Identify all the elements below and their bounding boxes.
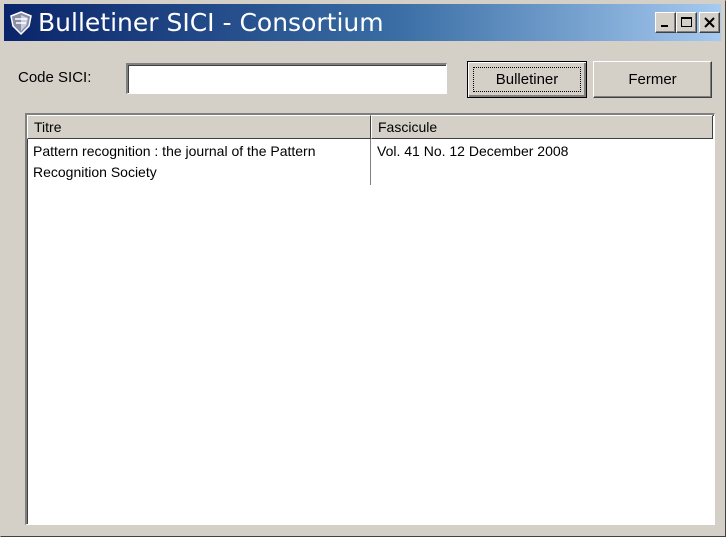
bulletiner-button-label: Bulletiner [473, 67, 581, 92]
cell-titre: Pattern recognition : the journal of the… [27, 139, 371, 185]
table-header: Titre Fascicule [27, 115, 713, 139]
maximize-icon [681, 17, 692, 27]
close-button[interactable] [699, 12, 720, 33]
dialog-body: Code SICI: Bulletiner Fermer Titre Fasci… [4, 43, 721, 533]
code-sici-label: Code SICI: [18, 69, 92, 86]
minimize-button[interactable] [655, 12, 676, 33]
bulletiner-button[interactable]: Bulletiner [467, 61, 587, 98]
cell-fascicule: Vol. 41 No. 12 December 2008 [377, 143, 569, 159]
results-table[interactable]: Titre Fascicule Pattern recognition : th… [25, 113, 715, 525]
window-title: Bulletiner SICI - Consortium [38, 8, 384, 37]
table-row[interactable]: Pattern recognition : the journal of the… [27, 139, 713, 185]
column-header-fascicule[interactable]: Fascicule [371, 115, 713, 139]
close-icon [704, 17, 715, 28]
maximize-button[interactable] [676, 12, 697, 33]
title-bar[interactable]: Bulletiner SICI - Consortium [4, 4, 721, 41]
app-window: Bulletiner SICI - Consortium Code SICI: … [0, 0, 726, 537]
column-header-titre[interactable]: Titre [27, 115, 371, 139]
app-shield-icon [8, 10, 34, 36]
code-sici-input[interactable] [126, 63, 447, 94]
minimize-icon [661, 25, 668, 27]
fermer-button[interactable]: Fermer [593, 61, 712, 98]
